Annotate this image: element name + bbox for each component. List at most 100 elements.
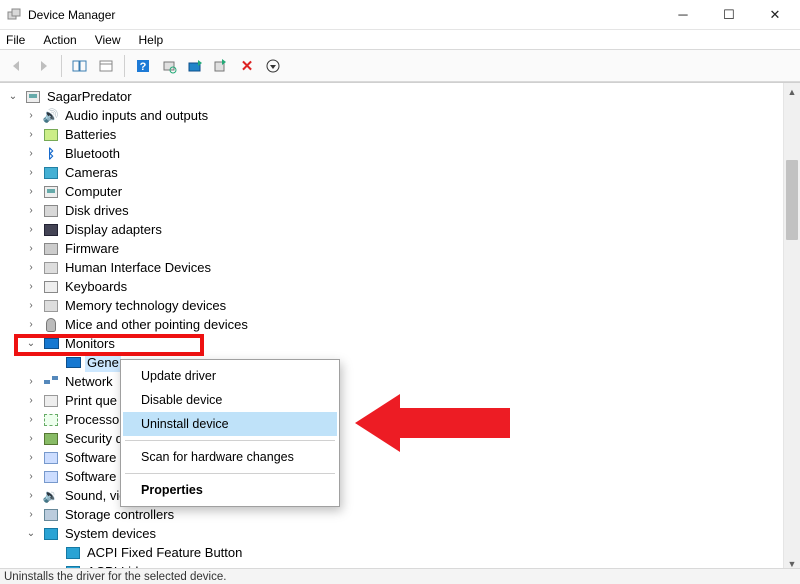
window-controls: ─ ☐ ✕ — [660, 0, 798, 30]
down-arrow-button[interactable] — [262, 55, 284, 77]
node-label: Monitors — [63, 334, 117, 353]
keyboard-icon — [43, 279, 59, 295]
uninstall-device-button[interactable]: ✕ — [236, 55, 258, 77]
update-driver-button[interactable] — [184, 55, 206, 77]
node-label: Computer — [63, 182, 124, 201]
tree-node-computer[interactable]: › Computer — [6, 182, 800, 201]
audio-icon: 🔊 — [43, 108, 59, 124]
tree-node-system-devices[interactable]: ⌄System devices — [6, 524, 800, 543]
tree-node-display[interactable]: › Display adapters — [6, 220, 800, 239]
tree-node-firmware[interactable]: ›Firmware — [6, 239, 800, 258]
ctx-uninstall-device[interactable]: Uninstall device — [123, 412, 337, 436]
expand-icon[interactable]: › — [24, 451, 38, 465]
tree-node-batteries[interactable]: ›Batteries — [6, 125, 800, 144]
node-label: Keyboards — [63, 277, 129, 296]
software-icon — [43, 450, 59, 466]
expand-icon[interactable]: › — [24, 470, 38, 484]
tree-node-memtech[interactable]: ›Memory technology devices — [6, 296, 800, 315]
tree-node-acpi-ffb[interactable]: ›ACPI Fixed Feature Button — [6, 543, 800, 562]
ctx-properties[interactable]: Properties — [123, 478, 337, 502]
tree-node-bluetooth[interactable]: ›ᛒBluetooth — [6, 144, 800, 163]
expand-icon[interactable]: › — [24, 204, 38, 218]
forward-button[interactable] — [32, 55, 54, 77]
scroll-track[interactable] — [784, 100, 800, 555]
hid-icon — [43, 260, 59, 276]
scroll-thumb[interactable] — [786, 160, 798, 240]
maximize-button[interactable]: ☐ — [706, 0, 752, 30]
toolbar-separator — [61, 55, 62, 77]
mouse-icon — [43, 317, 59, 333]
ctx-separator — [125, 473, 335, 474]
titlebar: Device Manager ─ ☐ ✕ — [0, 0, 800, 30]
menu-action[interactable]: Action — [41, 32, 78, 48]
menu-help[interactable]: Help — [137, 32, 166, 48]
tree-node-audio[interactable]: ›🔊Audio inputs and outputs — [6, 106, 800, 125]
scroll-up-button[interactable]: ▲ — [784, 83, 800, 100]
status-text: Uninstalls the driver for the selected d… — [4, 571, 226, 583]
menu-file[interactable]: File — [4, 32, 27, 48]
menu-view[interactable]: View — [93, 32, 123, 48]
menubar: File Action View Help — [0, 30, 800, 50]
expand-icon[interactable]: › — [24, 223, 38, 237]
close-button[interactable]: ✕ — [752, 0, 798, 30]
expand-icon[interactable]: › — [24, 375, 38, 389]
ctx-scan-hardware[interactable]: Scan for hardware changes — [123, 445, 337, 469]
ctx-update-driver[interactable]: Update driver — [123, 364, 337, 388]
bluetooth-icon: ᛒ — [43, 146, 59, 162]
expand-icon[interactable]: › — [24, 508, 38, 522]
tree-node-hid[interactable]: ›Human Interface Devices — [6, 258, 800, 277]
minimize-button[interactable]: ─ — [660, 0, 706, 30]
node-label: Disk drives — [63, 201, 131, 220]
back-button[interactable] — [6, 55, 28, 77]
node-label: Software c — [63, 448, 128, 467]
sound-icon: 🔉 — [43, 488, 59, 504]
tree-node-keyboards[interactable]: › Keyboards — [6, 277, 800, 296]
toolbar: ? ✕ — [0, 50, 800, 82]
help-button[interactable]: ? — [132, 55, 154, 77]
disk-icon — [43, 203, 59, 219]
node-label: Display adapters — [63, 220, 164, 239]
expand-icon[interactable]: › — [24, 166, 38, 180]
expand-icon[interactable]: › — [24, 280, 38, 294]
expand-icon[interactable]: › — [24, 185, 38, 199]
monitor-icon — [43, 336, 59, 352]
expand-icon[interactable]: › — [24, 147, 38, 161]
expand-icon[interactable]: › — [24, 394, 38, 408]
tree-node-storage[interactable]: ›Storage controllers — [6, 505, 800, 524]
expand-icon[interactable]: › — [24, 299, 38, 313]
properties-button[interactable] — [95, 55, 117, 77]
expand-icon[interactable]: › — [24, 128, 38, 142]
expand-icon[interactable]: › — [24, 318, 38, 332]
root-node[interactable]: ⌄ SagarPredator — [6, 87, 800, 106]
expand-icon[interactable]: › — [24, 432, 38, 446]
tree-node-mice[interactable]: › Mice and other pointing devices — [6, 315, 800, 334]
camera-icon — [43, 165, 59, 181]
app-icon — [6, 7, 22, 23]
expand-icon[interactable]: › — [24, 261, 38, 275]
memory-icon — [43, 298, 59, 314]
disable-device-button[interactable] — [210, 55, 232, 77]
vertical-scrollbar[interactable]: ▲ ▼ — [783, 83, 800, 572]
scan-hardware-button[interactable] — [158, 55, 180, 77]
statusbar: Uninstalls the driver for the selected d… — [0, 568, 800, 584]
display-icon — [43, 222, 59, 238]
tree-node-disk[interactable]: › Disk drives — [6, 201, 800, 220]
expand-icon[interactable]: ⌄ — [6, 90, 20, 104]
node-label: Mice and other pointing devices — [63, 315, 250, 334]
ctx-disable-device[interactable]: Disable device — [123, 388, 337, 412]
expand-icon[interactable]: › — [24, 242, 38, 256]
expand-icon[interactable]: › — [24, 109, 38, 123]
expand-icon[interactable]: › — [24, 489, 38, 503]
show-hide-console-button[interactable] — [69, 55, 91, 77]
expand-icon[interactable]: ⌄ — [24, 337, 38, 351]
toolbar-separator — [124, 55, 125, 77]
node-label: Security d — [63, 429, 125, 448]
expand-icon[interactable]: › — [24, 413, 38, 427]
svg-text:?: ? — [140, 61, 147, 73]
tree-node-monitors[interactable]: ⌄ Monitors — [6, 334, 800, 353]
tree-node-cameras[interactable]: › Cameras — [6, 163, 800, 182]
security-icon — [43, 431, 59, 447]
node-label: Cameras — [63, 163, 120, 182]
print-queue-icon — [43, 393, 59, 409]
expand-icon[interactable]: ⌄ — [24, 527, 38, 541]
